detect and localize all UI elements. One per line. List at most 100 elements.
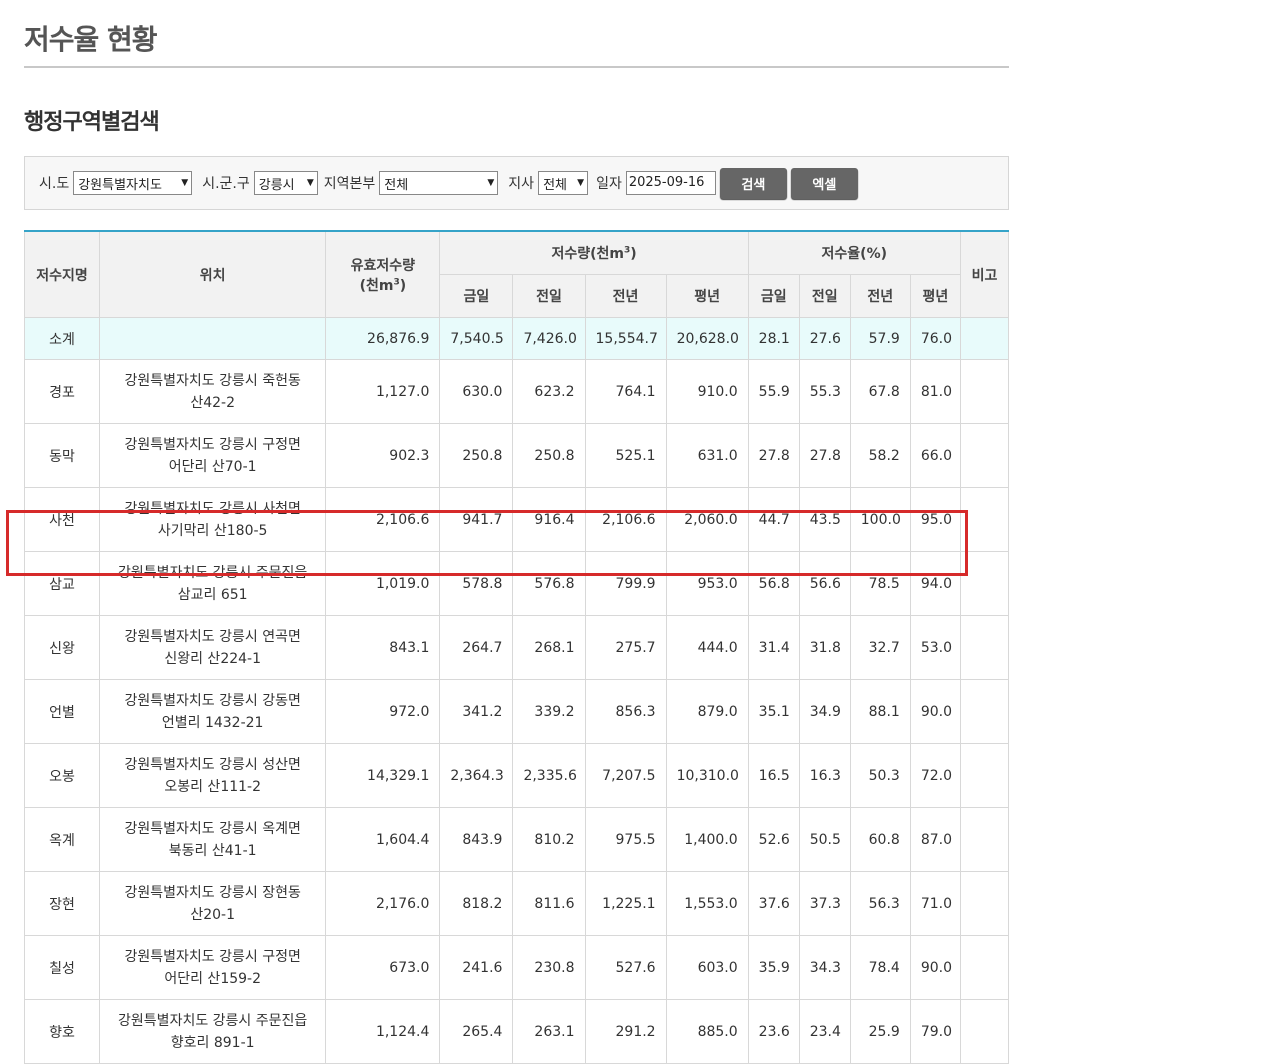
cell-effective: 1,604.4 [325, 807, 441, 872]
sigungu-select[interactable]: 강릉시 ▼ [253, 171, 318, 195]
sido-select[interactable]: 강원특별자치도 ▼ [73, 171, 193, 195]
date-label: 일자 [596, 176, 622, 192]
cell-effective: 2,176.0 [325, 871, 441, 936]
header-name: 저수지명 [23, 230, 101, 318]
cell-rate-prev-year: 58.2 [849, 423, 911, 488]
cell-storage-prev-year: 2,106.6 [584, 487, 667, 552]
cell-rate-prev-day: 43.5 [798, 487, 851, 552]
cell-effective: 1,019.0 [325, 551, 441, 616]
cell-storage-avg: 631.0 [665, 423, 749, 488]
cell-storage-today: 818.2 [439, 871, 514, 936]
reservoir-name: 향호 [23, 999, 101, 1064]
summary-effective: 26,876.9 [325, 317, 441, 360]
cell-remark [959, 615, 1010, 680]
chevron-down-icon: ▼ [487, 178, 495, 188]
cell-storage-prev-year: 7,207.5 [584, 743, 667, 808]
cell-storage-prev-day: 250.8 [512, 423, 586, 488]
header-rate: 저수율(%) [747, 230, 961, 275]
cell-storage-prev-year: 1,225.1 [584, 871, 667, 936]
table-row: 언별 강원특별자치도 강릉시 강동면 언별리 1432-21 972.0 341.2 33… [23, 679, 1010, 744]
cell-effective: 673.0 [325, 935, 441, 1000]
summary-location [99, 317, 327, 360]
cell-storage-today: 843.9 [439, 807, 514, 872]
sigungu-label: 시.군.구 [202, 176, 250, 192]
table-row: 장현 강원특별자치도 강릉시 장현동 산20-1 2,176.0 818.2 811.6 1… [23, 871, 1010, 936]
cell-storage-prev-year: 275.7 [584, 615, 667, 680]
cell-storage-prev-day: 811.6 [512, 871, 586, 936]
cell-storage-prev-day: 263.1 [512, 999, 586, 1064]
cell-rate-avg: 94.0 [909, 551, 961, 616]
cell-storage-today: 630.0 [439, 359, 514, 424]
cell-effective: 1,124.4 [325, 999, 441, 1064]
reservoir-name: 옥계 [23, 807, 101, 872]
region-select[interactable]: 전체 ▼ [379, 171, 499, 195]
summary-rate-today: 28.1 [747, 317, 800, 360]
cell-remark [959, 359, 1010, 424]
search-button[interactable]: 검색 [719, 167, 787, 199]
summary-remark [959, 317, 1010, 360]
cell-rate-avg: 72.0 [909, 743, 961, 808]
cell-storage-prev-day: 268.1 [512, 615, 586, 680]
region-label: 지역본부 [323, 176, 376, 192]
table-row: 경포 강원특별자치도 강릉시 죽헌동 산42-2 1,127.0 630.0 623.2 7… [23, 359, 1010, 424]
reservoir-location: 강원특별자치도 강릉시 장현동 산20-1 [99, 871, 327, 936]
cell-rate-prev-day: 23.4 [798, 999, 851, 1064]
reservoir-name: 장현 [23, 871, 101, 936]
reservoir-location: 강원특별자치도 강릉시 주문진읍 향호리 891-1 [99, 999, 327, 1064]
header-effective: 유효저수량 (천m3) [325, 230, 441, 318]
cell-rate-today: 35.9 [747, 935, 800, 1000]
branch-select[interactable]: 전체 ▼ [538, 171, 589, 195]
cell-storage-prev-year: 291.2 [584, 999, 667, 1064]
summary-rate-avg: 76.0 [909, 317, 961, 360]
cell-rate-prev-day: 50.5 [798, 807, 851, 872]
cell-rate-today: 56.8 [747, 551, 800, 616]
cell-effective: 843.1 [325, 615, 441, 680]
cell-rate-prev-day: 27.8 [798, 423, 851, 488]
cell-remark [959, 743, 1010, 808]
cell-rate-today: 27.8 [747, 423, 800, 488]
cell-rate-prev-day: 55.3 [798, 359, 851, 424]
cell-remark [959, 423, 1010, 488]
sigungu-select-value: 강릉시 [258, 177, 295, 193]
reservoir-location: 강원특별자치도 강릉시 구정면어단리 산159-2 [99, 935, 327, 1000]
location-line-2: 산20-1 [190, 906, 235, 923]
table-row: 동막 강원특별자치도 강릉시 구정면 어단리 산70-1 902.3 250.8 250.… [23, 423, 1010, 488]
cell-rate-prev-year: 50.3 [849, 743, 911, 808]
date-input[interactable]: 2025-09-16 [625, 171, 716, 195]
cell-effective: 902.3 [325, 423, 441, 488]
cell-storage-avg: 1,400.0 [665, 807, 749, 872]
cell-storage-prev-day: 916.4 [512, 487, 586, 552]
location-line-1: 강원특별자치도 강릉시 성산면 [124, 756, 301, 773]
cell-rate-avg: 66.0 [909, 423, 961, 488]
table-row: 칠성 강원특별자치도 강릉시 구정면 어단리 산159-2 673.0 241.6 230… [23, 935, 1010, 1000]
cell-rate-avg: 53.0 [909, 615, 961, 680]
cell-effective: 1,127.0 [325, 359, 441, 424]
reservoir-name: 삼교 [23, 551, 101, 616]
section-title: 행정구역별검색 [24, 110, 160, 135]
cell-storage-today: 941.7 [439, 487, 514, 552]
cell-rate-avg: 90.0 [909, 679, 961, 744]
location-line-1: 강원특별자치도 강릉시 구정면 [124, 948, 301, 965]
location-line-2: 어단리 산159-2 [164, 970, 261, 987]
cell-storage-today: 578.8 [439, 551, 514, 616]
location-line-1: 강원특별자치도 강릉시 주문진읍 [118, 564, 308, 581]
cell-rate-prev-year: 56.3 [849, 871, 911, 936]
table-row: 옥계 강원특별자치도 강릉시 옥계면 북동리 산41-1 1,604.4 843.9 81… [23, 807, 1010, 872]
reservoir-name: 동막 [23, 423, 101, 488]
header-storage-today: 금일 [439, 274, 514, 318]
summary-storage-prev-day: 7,426.0 [512, 317, 586, 360]
cell-storage-avg: 10,310.0 [665, 743, 749, 808]
reservoir-name: 경포 [23, 359, 101, 424]
location-line-2: 어단리 산70-1 [168, 458, 257, 475]
reservoir-location: 강원특별자치도 강릉시 성산면 오봉리 산111-2 [99, 743, 327, 808]
cell-rate-today: 31.4 [747, 615, 800, 680]
header-storage-avg: 평년 [665, 274, 749, 318]
cell-remark [959, 999, 1010, 1064]
cell-storage-today: 2,364.3 [439, 743, 514, 808]
table-row: 오봉 강원특별자치도 강릉시 성산면 오봉리 산111-2 14,329.1 2,364… [23, 743, 1010, 808]
branch-select-value: 전체 [543, 177, 567, 193]
location-line-2: 사기막리 산180-5 [157, 522, 268, 539]
chevron-down-icon: ▼ [306, 178, 314, 188]
excel-button[interactable]: 엑셀 [790, 167, 858, 199]
location-line-1: 강원특별자치도 강릉시 연곡면 [124, 628, 301, 645]
